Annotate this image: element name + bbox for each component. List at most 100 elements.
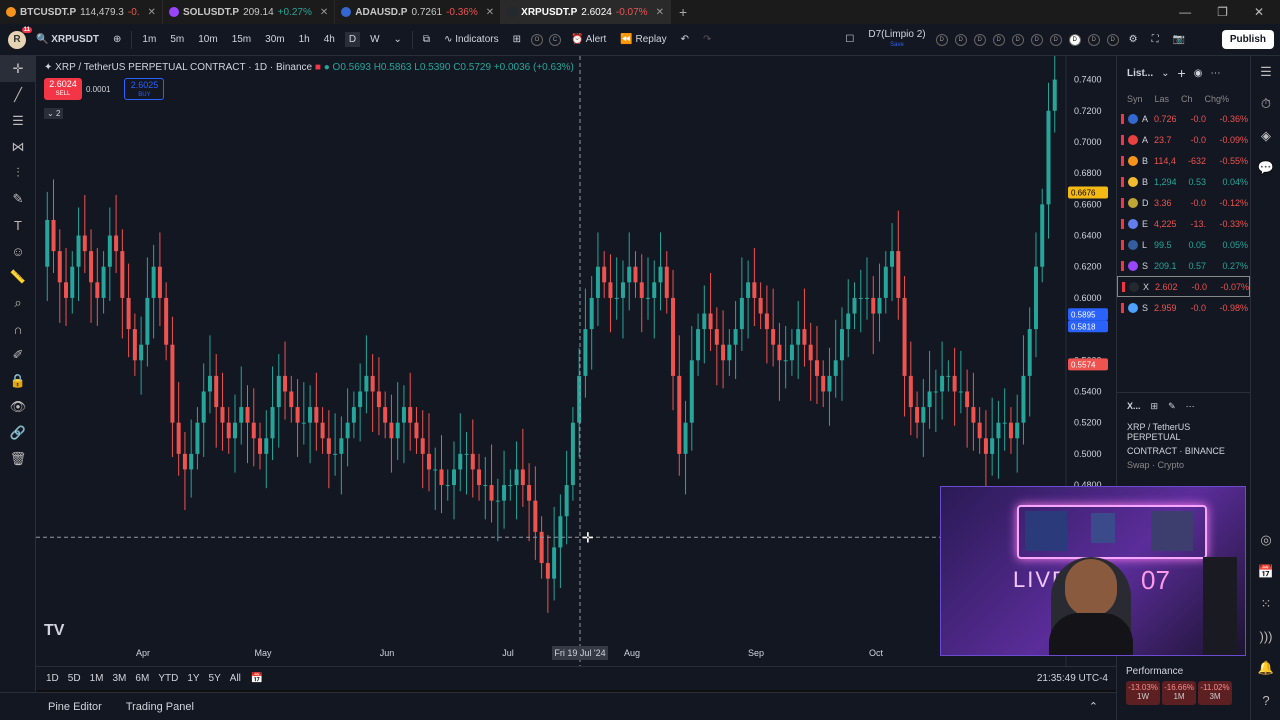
watchlist-row[interactable]: S 2.959 -0.0 -0.98% bbox=[1117, 297, 1250, 318]
close-tab-icon[interactable]: ✕ bbox=[656, 7, 664, 18]
quick-circle-0[interactable]: D bbox=[935, 33, 948, 46]
symbol-search[interactable]: 🔍 XRPUSDT bbox=[32, 32, 103, 47]
sell-button[interactable]: 2.6024 SELL bbox=[44, 78, 82, 100]
edit-icon[interactable]: ✎ bbox=[1168, 401, 1176, 412]
circle-o-icon[interactable]: O bbox=[530, 33, 543, 46]
settings-icon[interactable]: ⚙ bbox=[1125, 32, 1142, 47]
undo-icon[interactable]: ↶ bbox=[677, 32, 693, 47]
trend-line-icon[interactable]: ╱ bbox=[0, 82, 36, 108]
interval-5m[interactable]: 5m bbox=[166, 32, 188, 47]
redo-icon[interactable]: ↷ bbox=[699, 32, 715, 47]
trash-icon[interactable]: 🗑 bbox=[0, 446, 36, 472]
camera-icon[interactable]: 📷 bbox=[1169, 32, 1189, 47]
watchlist-icon[interactable]: ☰ bbox=[1251, 56, 1280, 88]
interval-30m[interactable]: 30m bbox=[261, 32, 288, 47]
range-5y[interactable]: 5Y bbox=[209, 673, 221, 684]
quick-circle-2[interactable]: D bbox=[973, 33, 986, 46]
range-1m[interactable]: 1M bbox=[90, 673, 104, 684]
interval-D[interactable]: D bbox=[344, 32, 361, 47]
maximize-button[interactable]: ❐ bbox=[1217, 5, 1228, 19]
quick-circle-8[interactable]: D bbox=[1087, 33, 1100, 46]
minimize-button[interactable]: — bbox=[1179, 5, 1191, 19]
chat-icon[interactable]: 💬 bbox=[1251, 152, 1280, 184]
calendar-icon[interactable]: 📅 bbox=[1251, 556, 1280, 588]
watchlist-row[interactable]: A 23.7 -0.0 -0.09% bbox=[1117, 129, 1250, 150]
grid-icon[interactable]: ⊞ bbox=[1151, 401, 1159, 412]
indicators-button[interactable]: ∿ Indicators bbox=[440, 32, 503, 47]
layers-icon[interactable]: ◈ bbox=[1251, 120, 1280, 152]
interval-1m[interactable]: 1m bbox=[138, 32, 160, 47]
quick-circle-3[interactable]: D bbox=[992, 33, 1005, 46]
chevron-down-icon[interactable]: ⌄ bbox=[1161, 68, 1169, 79]
watchlist-row[interactable]: A 0.726 -0.0 -0.36% bbox=[1117, 108, 1250, 129]
pencil-lock-icon[interactable]: ✐ bbox=[0, 342, 36, 368]
new-tab-button[interactable]: + bbox=[671, 4, 695, 20]
range-1d[interactable]: 1D bbox=[46, 673, 59, 684]
range-ytd[interactable]: YTD bbox=[158, 673, 178, 684]
quick-circle-1[interactable]: D bbox=[954, 33, 967, 46]
add-symbol-icon[interactable]: + bbox=[1178, 65, 1186, 81]
column-header[interactable]: Chg% bbox=[1205, 94, 1230, 104]
link-icon[interactable]: 🔗 bbox=[0, 420, 36, 446]
fib-icon[interactable]: ☰ bbox=[0, 108, 36, 134]
ruler-icon[interactable]: 📏 bbox=[0, 264, 36, 290]
watchlist-title[interactable]: List... bbox=[1127, 68, 1153, 79]
candle-type-icon[interactable]: ⧉ bbox=[419, 32, 434, 47]
interval-15m[interactable]: 15m bbox=[228, 32, 255, 47]
range-5d[interactable]: 5D bbox=[68, 673, 81, 684]
calendar-icon[interactable]: 📅 bbox=[251, 673, 263, 684]
range-1y[interactable]: 1Y bbox=[187, 673, 199, 684]
trading-panel-tab[interactable]: Trading Panel bbox=[126, 701, 194, 713]
watchlist-row[interactable]: B 114,4 -632 -0.55% bbox=[1117, 150, 1250, 171]
close-window-button[interactable]: ✕ bbox=[1254, 5, 1264, 19]
chevron-up-icon[interactable]: ⌃ bbox=[1089, 700, 1098, 713]
eye-icon[interactable]: 👁 bbox=[0, 394, 36, 420]
watchlist-row[interactable]: S 209.1 0.57 0.27% bbox=[1117, 255, 1250, 276]
tab-btcusdt-p[interactable]: BTCUSDT.P 114,479.3 -0. ✕ bbox=[0, 0, 163, 24]
avatar[interactable]: R 11 bbox=[8, 26, 32, 49]
details-symbol[interactable]: X... bbox=[1127, 401, 1141, 412]
circle-c-icon[interactable]: C bbox=[548, 33, 561, 46]
zoom-icon[interactable]: ⌕ bbox=[0, 290, 36, 316]
clock[interactable]: 21:35:49 UTC-4 bbox=[1037, 673, 1108, 684]
watchlist-row[interactable]: X 2.602 -0.0 -0.07% bbox=[1117, 276, 1250, 297]
compare-add-icon[interactable]: ⊕ bbox=[109, 32, 125, 47]
help-icon[interactable]: ? bbox=[1251, 684, 1280, 716]
chevron-down-icon[interactable]: ⌄ bbox=[390, 32, 406, 47]
buy-button[interactable]: 2.6025 BUY bbox=[124, 78, 165, 100]
quick-circle-4[interactable]: D bbox=[1011, 33, 1024, 46]
watchlist-row[interactable]: L 99.5 0.05 0.05% bbox=[1117, 234, 1250, 255]
quick-circle-5[interactable]: D bbox=[1030, 33, 1043, 46]
replay-button[interactable]: ⏪ Replay bbox=[616, 32, 670, 47]
bell-icon[interactable]: 🔔 bbox=[1251, 652, 1280, 684]
close-tab-icon[interactable]: ✕ bbox=[148, 7, 156, 18]
range-all[interactable]: All bbox=[230, 673, 241, 684]
close-tab-icon[interactable]: ✕ bbox=[320, 7, 328, 18]
templates-icon[interactable]: ⊞ bbox=[509, 32, 525, 47]
tab-solusdt-p[interactable]: SOLUSDT.P 209.14 +0.27% ✕ bbox=[163, 0, 336, 24]
lock-icon[interactable]: 🔒 bbox=[0, 368, 36, 394]
publish-button[interactable]: Publish bbox=[1221, 30, 1274, 49]
pattern-icon[interactable]: ⋈ bbox=[0, 134, 36, 160]
magnet-icon[interactable]: ∩ bbox=[0, 316, 36, 342]
alerts-clock-icon[interactable]: ⏱ bbox=[1251, 88, 1280, 120]
watchlist-row[interactable]: B 1,294 0.53 0.04% bbox=[1117, 171, 1250, 192]
broadcast-icon[interactable]: ))) bbox=[1251, 620, 1280, 652]
interval-1h[interactable]: 1h bbox=[295, 32, 314, 47]
crosshair-icon[interactable]: ✛ bbox=[0, 56, 36, 82]
emoji-icon[interactable]: ☺ bbox=[0, 238, 36, 264]
close-tab-icon[interactable]: ✕ bbox=[486, 7, 494, 18]
tab-adausd-p[interactable]: ADAUSD.P 0.7261 -0.36% ✕ bbox=[335, 0, 502, 24]
column-header[interactable]: Las bbox=[1155, 94, 1170, 104]
interval-10m[interactable]: 10m bbox=[194, 32, 221, 47]
alert-button[interactable]: ⏰ Alert bbox=[567, 32, 610, 47]
quick-circle-9[interactable]: D bbox=[1106, 33, 1119, 46]
column-header[interactable]: Ch bbox=[1181, 94, 1193, 104]
layout-icon[interactable]: ◉ bbox=[1194, 68, 1203, 79]
target-icon[interactable]: ◎ bbox=[1251, 524, 1280, 556]
watchlist-row[interactable]: E 4,225 -13. -0.33% bbox=[1117, 213, 1250, 234]
tab-xrpusdt-p[interactable]: XRPUSDT.P 2.6024 -0.07% ✕ bbox=[501, 0, 671, 24]
watchlist-row[interactable]: D 3.36 -0.0 -0.12% bbox=[1117, 192, 1250, 213]
quick-circle-7[interactable]: D bbox=[1068, 33, 1081, 46]
range-6m[interactable]: 6M bbox=[135, 673, 149, 684]
